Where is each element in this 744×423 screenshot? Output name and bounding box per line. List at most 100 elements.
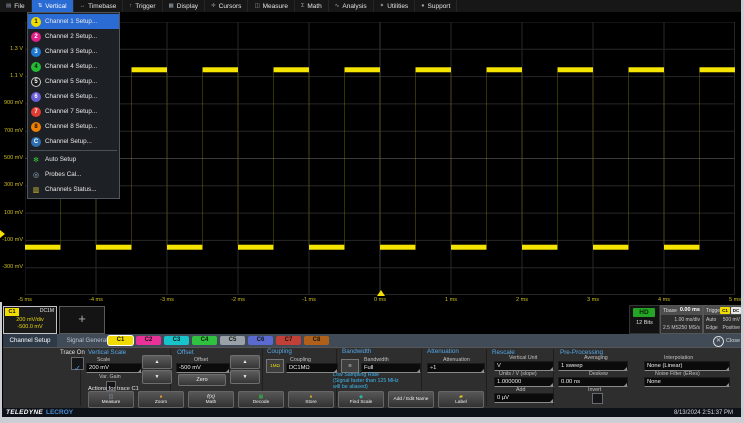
slope-field[interactable]: 1.000000 bbox=[494, 377, 554, 387]
scale-field[interactable]: 200 mV bbox=[86, 363, 142, 373]
math-icon: Σ bbox=[301, 3, 304, 9]
tbase-label: Tbase bbox=[663, 308, 677, 314]
action-button-label: Decode bbox=[253, 400, 270, 405]
trace-level-marker[interactable] bbox=[0, 230, 5, 238]
hd-mode-box[interactable]: HD 12 Bits bbox=[629, 305, 660, 334]
menu-item-label: Utilities bbox=[387, 3, 408, 10]
channel-button-c6[interactable]: C6 bbox=[248, 336, 273, 345]
dropdown-item-channel-6-setup[interactable]: 6Channel 6 Setup... bbox=[28, 89, 119, 104]
tbase-samples: 2.5 MS bbox=[663, 325, 679, 331]
math-button[interactable]: f(x)Math bbox=[188, 391, 234, 408]
x-axis-label: -2 ms bbox=[225, 297, 251, 303]
dropdown-item-auto-setup[interactable]: ✻Auto Setup bbox=[28, 152, 119, 167]
dropdown-item-label: Probes Cal... bbox=[45, 171, 81, 178]
vertical-scale-title: Vertical Scale bbox=[88, 349, 126, 356]
close-button-label[interactable]: Close bbox=[726, 338, 740, 344]
interpolation-field[interactable]: None (Linear) bbox=[644, 361, 730, 371]
attenuation-field[interactable]: ÷1 bbox=[427, 363, 485, 373]
menu-item-vertical[interactable]: ⇅Vertical bbox=[32, 0, 74, 12]
channel-button-c3[interactable]: C3 bbox=[164, 336, 189, 345]
dropdown-item-label: Channel 6 Setup... bbox=[45, 93, 97, 100]
trigger-slope: Positive bbox=[722, 325, 740, 331]
dropdown-item-channel-4-setup[interactable]: 4Channel 4 Setup... bbox=[28, 59, 119, 74]
dropdown-item-probes-cal[interactable]: ◎Probes Cal... bbox=[28, 167, 119, 182]
menu-item-cursors[interactable]: ✛Cursors bbox=[205, 0, 248, 12]
file-icon: ▤ bbox=[6, 3, 11, 9]
menu-item-utilities[interactable]: ✦Utilities bbox=[374, 0, 416, 12]
trace-on-checkbox[interactable] bbox=[71, 357, 84, 370]
add-field[interactable]: 0 µV bbox=[494, 393, 554, 403]
averaging-field[interactable]: 1 sweep bbox=[558, 361, 628, 371]
timebase-descriptor[interactable]: Tbase0.00 ms 1.00 ms/div 2.5 MS 250 MS/s bbox=[660, 305, 703, 334]
coupling-field[interactable]: DC1MΩ bbox=[286, 363, 338, 373]
scale-up-button[interactable]: ▲ bbox=[142, 355, 172, 369]
add-edit-name-button[interactable]: Add / Edit Name bbox=[388, 391, 434, 408]
tab-channel-setup[interactable]: Channel Setup bbox=[3, 334, 57, 347]
channel-button-c2[interactable]: C2 bbox=[136, 336, 161, 345]
menu-item-trigger[interactable]: ↑Trigger bbox=[123, 0, 162, 12]
utilities-icon: ✦ bbox=[380, 3, 385, 9]
close-icon[interactable]: ✕ bbox=[713, 336, 724, 347]
channel-button-c1[interactable]: C1 bbox=[108, 336, 133, 345]
measure-button[interactable]: ◫Measure bbox=[88, 391, 134, 408]
trigger-type: Edge bbox=[706, 325, 718, 331]
menu-item-support[interactable]: ●Support bbox=[415, 0, 457, 12]
dropdown-item-label: Channel 8 Setup... bbox=[45, 123, 97, 130]
menu-item-measure[interactable]: ◫Measure bbox=[248, 0, 295, 12]
oscilloscope-app: ▤File⇅Vertical↔Timebase↑Trigger▦Display✛… bbox=[0, 0, 744, 423]
menu-item-display[interactable]: ▦Display bbox=[163, 0, 206, 12]
panel-divider bbox=[486, 349, 487, 406]
var-gain-label: Var. Gain bbox=[99, 374, 121, 380]
add-trace-button[interactable]: + bbox=[59, 306, 105, 334]
dropdown-item-channel-1-setup[interactable]: 1Channel 1 Setup... bbox=[28, 14, 119, 29]
dropdown-item-channel-7-setup[interactable]: 7Channel 7 Setup... bbox=[28, 104, 119, 119]
dialog-tab-bar: Channel Setup Signal Generator C1C2C3C4C… bbox=[3, 334, 741, 347]
invert-checkbox[interactable] bbox=[592, 393, 603, 404]
menu-item-math[interactable]: ΣMath bbox=[295, 0, 329, 12]
y-axis-label: -300 mV bbox=[1, 264, 23, 270]
zero-button[interactable]: Zero bbox=[178, 374, 226, 386]
tbase-rate: 250 MS/s bbox=[679, 325, 700, 331]
status-bar: TELEDYNE LECROY 8/13/2024 2:51:37 PM bbox=[0, 408, 741, 417]
store-button[interactable]: ●Store bbox=[288, 391, 334, 408]
menu-item-analysis[interactable]: ∿Analysis bbox=[329, 0, 374, 12]
deskew-field[interactable]: 0.00 ns bbox=[558, 377, 628, 387]
trigger-descriptor[interactable]: Trigger C1 DC Auto 500 mV Edge Positive bbox=[703, 305, 743, 334]
channel-7-icon: 7 bbox=[31, 107, 41, 117]
c1-badge: C1 bbox=[5, 308, 19, 316]
label-button[interactable]: ▰Label bbox=[438, 391, 484, 408]
hd-badge: HD bbox=[633, 308, 655, 317]
vertical-unit-field[interactable]: V bbox=[494, 361, 554, 371]
trigger-mode: Auto bbox=[706, 317, 716, 323]
dropdown-separator bbox=[30, 150, 117, 151]
offset-field[interactable]: -500 mV bbox=[176, 363, 230, 373]
noise-filter-field[interactable]: None bbox=[644, 377, 730, 387]
scale-down-button[interactable]: ▼ bbox=[142, 370, 172, 384]
channel-button-c8[interactable]: C8 bbox=[304, 336, 329, 345]
trigger-position-marker[interactable] bbox=[377, 290, 385, 296]
channel-button-c7[interactable]: C7 bbox=[276, 336, 301, 345]
dropdown-item-channel-3-setup[interactable]: 3Channel 3 Setup... bbox=[28, 44, 119, 59]
dropdown-item-channels-status[interactable]: ▥Channels Status... bbox=[28, 182, 119, 197]
offset-up-button[interactable]: ▲ bbox=[230, 355, 260, 369]
dropdown-item-channel-2-setup[interactable]: 2Channel 2 Setup... bbox=[28, 29, 119, 44]
tbase-delay: 0.00 ms bbox=[680, 307, 700, 313]
find-scale-button[interactable]: ◆Find Scale bbox=[338, 391, 384, 408]
decode-button[interactable]: ▦Decode bbox=[238, 391, 284, 408]
menu-item-file[interactable]: ▤File bbox=[0, 0, 32, 12]
channel-button-c5[interactable]: C5 bbox=[220, 336, 245, 345]
trigger-level: 500 mV bbox=[723, 317, 740, 323]
cursors-icon: ✛ bbox=[211, 3, 216, 9]
zoom-button[interactable]: ●Zoom bbox=[138, 391, 184, 408]
dropdown-item-channel-5-setup[interactable]: 5Channel 5 Setup... bbox=[28, 74, 119, 89]
offset-down-button[interactable]: ▼ bbox=[230, 370, 260, 384]
bandwidth-filter-icon: ≋ bbox=[341, 359, 359, 373]
trigger-source-badge: C1 bbox=[720, 307, 730, 314]
analysis-icon: ∿ bbox=[335, 3, 340, 9]
dropdown-item-channel-setup[interactable]: CChannel Setup... bbox=[28, 134, 119, 149]
menu-item-timebase[interactable]: ↔Timebase bbox=[74, 0, 124, 12]
dropdown-item-channel-8-setup[interactable]: 8Channel 8 Setup... bbox=[28, 119, 119, 134]
channel-button-c4[interactable]: C4 bbox=[192, 336, 217, 345]
menu-item-label: File bbox=[14, 3, 24, 10]
channel-c1-descriptor[interactable]: C1 DC1M 200 mV/div -500.0 mV bbox=[3, 306, 57, 334]
